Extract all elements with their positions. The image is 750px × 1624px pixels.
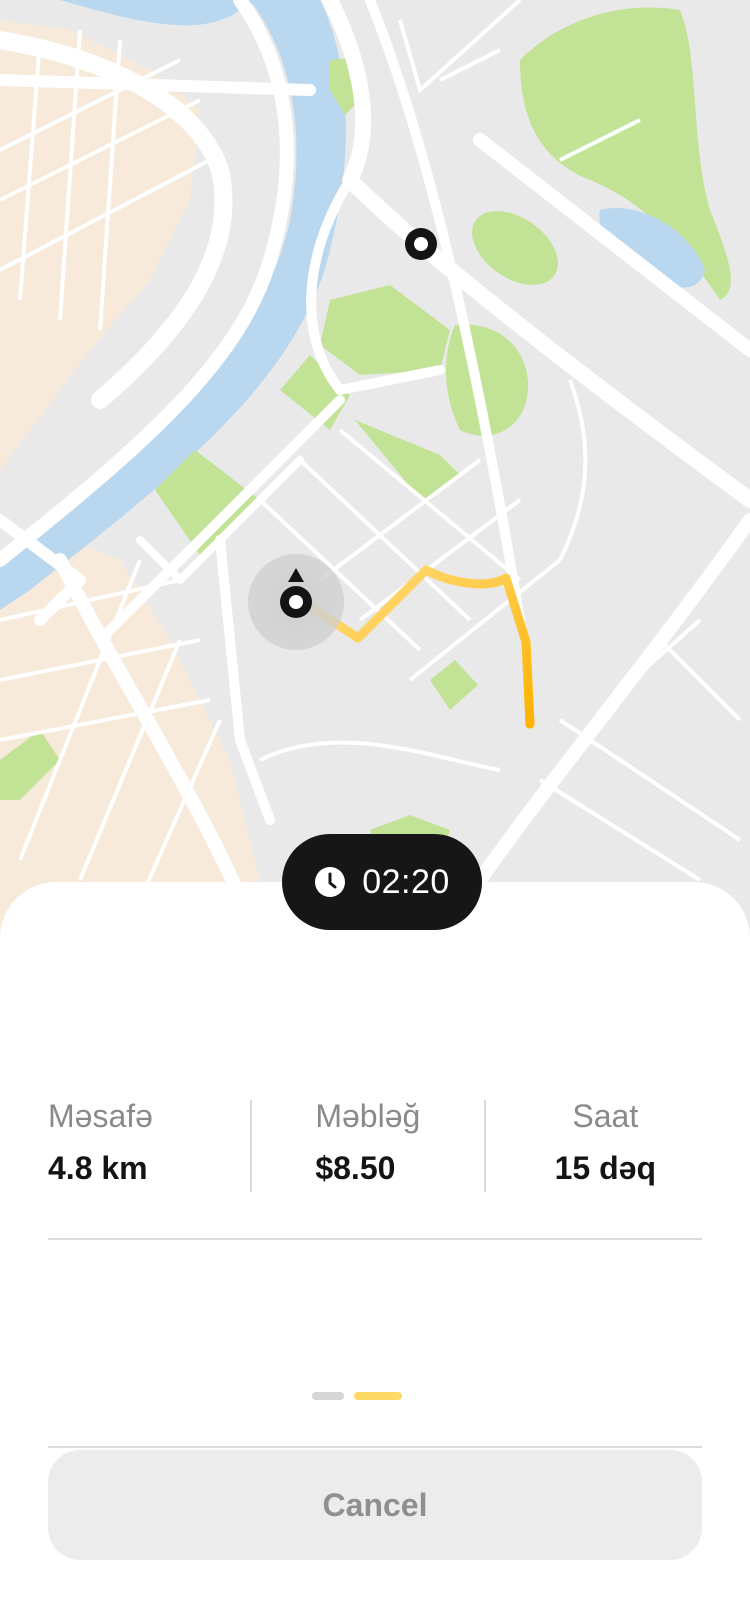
divider-line [48,1446,702,1448]
map-canvas [0,0,750,960]
clock-icon [315,867,346,897]
stat-distance-label: Məsafə [48,1098,153,1134]
destination-marker[interactable] [405,228,437,260]
timer-value: 02:20 [362,862,450,901]
stat-distance-value: 4.8 km [48,1150,148,1186]
stat-distance: Məsafə 4.8 km [48,1100,241,1192]
timer-pill: 02:20 [282,834,482,930]
stat-divider [250,1100,252,1192]
cancel-button[interactable]: Cancel [48,1450,702,1560]
page-dot-active[interactable] [354,1392,402,1400]
trip-stats: Məsafə 4.8 km Məbləğ $8.50 Saat 15 dəq [48,1100,702,1192]
divider-line [48,1238,702,1240]
current-location-marker [248,554,344,650]
page-indicator [312,1392,402,1400]
stat-amount-value: $8.50 [315,1150,396,1186]
stat-time-value: 15 dəq [554,1150,656,1186]
stat-divider [484,1100,486,1192]
stat-time-label: Saat [572,1098,639,1134]
stat-amount-label: Məbləğ [315,1098,421,1134]
stat-time: Saat 15 dəq [509,1100,702,1192]
stat-amount: Məbləğ $8.50 [241,1100,508,1192]
map-view[interactable] [0,0,750,960]
page-dot[interactable] [312,1392,344,1400]
